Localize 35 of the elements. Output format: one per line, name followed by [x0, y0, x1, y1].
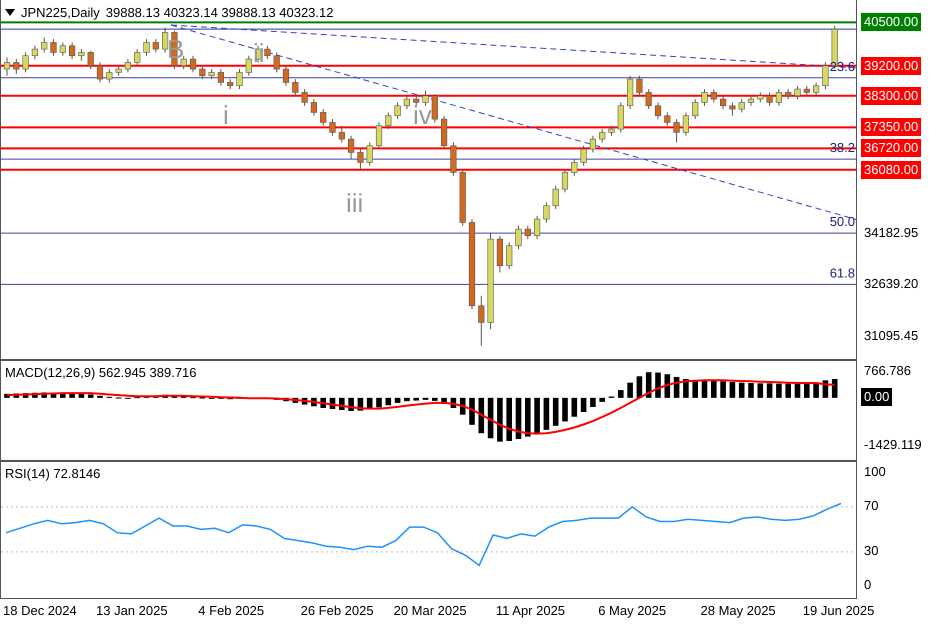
price-label: 32639.20: [863, 275, 920, 294]
wave-label: i: [223, 100, 229, 130]
date-label: 19 Jun 2025: [802, 603, 874, 618]
macd-title: MACD(12,26,9) 562.945 389.716: [5, 365, 197, 380]
fibonacci-label: 61.8: [830, 265, 855, 280]
rsi-scale-label: 0: [863, 576, 872, 594]
price-tag: 40500.00: [861, 13, 922, 32]
date-label: 28 May 2025: [700, 603, 776, 618]
price-tag: 36720.00: [861, 139, 922, 158]
date-label: 4 Feb 2025: [198, 603, 264, 618]
price-label: 31095.45: [863, 326, 920, 345]
fibonacci-label: 50.0: [830, 214, 855, 230]
price-tag: 39200.00: [861, 56, 922, 75]
wave-label: iv: [413, 100, 432, 130]
macd-scale-label: -1429.119: [863, 436, 923, 454]
price-tag: 36080.00: [861, 160, 922, 179]
ohlc-values: 39888.13 40323.14 39888.13 40323.12: [106, 5, 334, 20]
price-tag: 37350.00: [861, 118, 922, 136]
date-label: 13 Jan 2025: [96, 603, 168, 618]
rsi-scale-label: 30: [863, 542, 880, 560]
date-label: 18 Dec 2024: [3, 603, 77, 618]
price-tag: 38300.00: [861, 86, 922, 105]
rsi-scale-label: 70: [863, 496, 880, 515]
date-label: 26 Feb 2025: [300, 603, 374, 618]
date-label: 11 Apr 2025: [496, 603, 566, 618]
wave-label: iii: [346, 188, 364, 218]
symbol-label: JPN225,Daily: [21, 5, 100, 20]
wave-label: ii: [253, 38, 265, 68]
macd-scale-label: 0.00: [861, 388, 892, 406]
price-label: 34182.95: [863, 224, 920, 242]
macd-scale-label: 766.786: [863, 362, 912, 380]
rsi-title: RSI(14) 72.8146: [5, 466, 100, 481]
date-label: 20 Mar 2025: [394, 603, 467, 618]
date-label: 6 May 2025: [598, 603, 666, 618]
rsi-scale-label: 100: [863, 463, 887, 482]
